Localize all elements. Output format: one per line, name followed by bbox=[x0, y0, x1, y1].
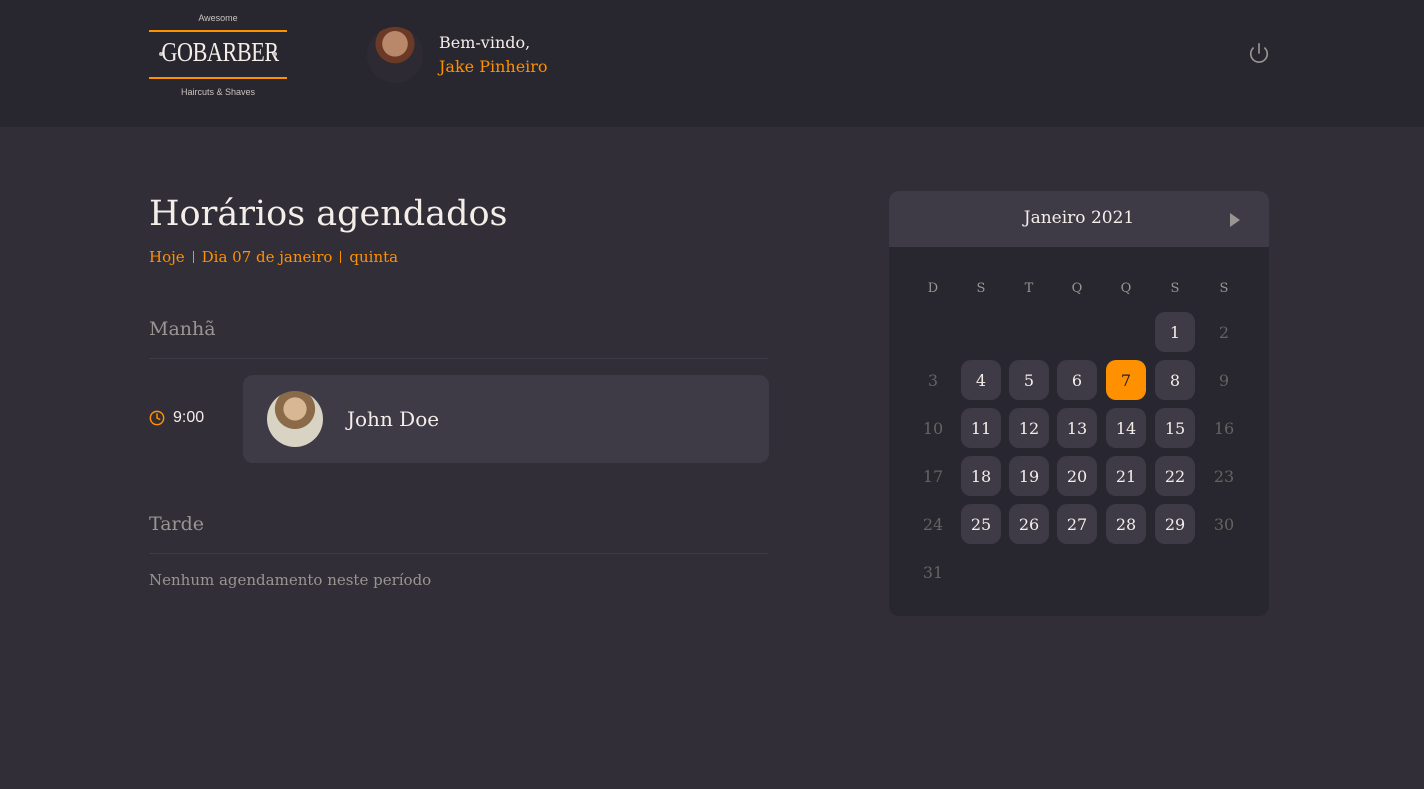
calendar-day[interactable]: 7 bbox=[1106, 360, 1146, 400]
calendar: Janeiro 2021 D S T Q Q S S 1 2 3 4 5 6 7 8 9 10 11 12 13 14 1… bbox=[889, 191, 1269, 616]
calendar-weekday: D bbox=[927, 281, 939, 296]
power-icon bbox=[1249, 43, 1269, 63]
calendar-day[interactable]: 22 bbox=[1155, 456, 1195, 496]
calendar-weekday: S bbox=[1170, 281, 1180, 296]
calendar-day: 2 bbox=[1218, 322, 1230, 342]
calendar-day[interactable]: 15 bbox=[1155, 408, 1195, 448]
subtitle-weekday: quinta bbox=[349, 248, 399, 266]
calendar-header: Janeiro 2021 bbox=[889, 191, 1269, 247]
user-avatar[interactable] bbox=[367, 27, 423, 83]
morning-section-title: Manhã bbox=[149, 318, 216, 340]
calendar-day[interactable]: 12 bbox=[1009, 408, 1049, 448]
afternoon-divider bbox=[149, 553, 768, 554]
logo-rule-bottom bbox=[149, 77, 287, 79]
calendar-day[interactable]: 1 bbox=[1155, 312, 1195, 352]
morning-divider bbox=[149, 358, 768, 359]
calendar-day[interactable]: 29 bbox=[1155, 504, 1195, 544]
afternoon-section-title: Tarde bbox=[149, 513, 205, 535]
calendar-day: 24 bbox=[922, 514, 944, 534]
calendar-day: 9 bbox=[1218, 370, 1230, 390]
calendar-day: 31 bbox=[922, 562, 944, 582]
calendar-day: 23 bbox=[1213, 466, 1235, 486]
logo-top-text: Awesome bbox=[198, 13, 238, 23]
calendar-day: 10 bbox=[922, 418, 944, 438]
user-name-link[interactable]: Jake Pinheiro bbox=[439, 57, 548, 76]
logo-dot-right bbox=[273, 52, 277, 56]
clock-icon bbox=[149, 410, 165, 426]
calendar-weekday: Q bbox=[1120, 281, 1132, 296]
calendar-day[interactable]: 6 bbox=[1057, 360, 1097, 400]
logo-bottom-text: Haircuts & Shaves bbox=[180, 87, 256, 97]
appointment-time-value: 9:00 bbox=[173, 409, 205, 426]
calendar-day[interactable]: 26 bbox=[1009, 504, 1049, 544]
next-month-button[interactable] bbox=[1229, 212, 1241, 227]
calendar-weekday: S bbox=[976, 281, 986, 296]
caret-right-icon bbox=[1230, 213, 1240, 227]
logo-rule-top bbox=[149, 30, 287, 32]
calendar-day[interactable]: 21 bbox=[1106, 456, 1146, 496]
logout-button[interactable] bbox=[1248, 42, 1270, 64]
client-avatar bbox=[267, 391, 323, 447]
subtitle-separator bbox=[340, 251, 342, 263]
client-name: John Doe bbox=[347, 407, 440, 431]
page-title: Horários agendados bbox=[149, 194, 508, 234]
calendar-day[interactable]: 18 bbox=[961, 456, 1001, 496]
appointment-card[interactable]: John Doe bbox=[243, 375, 769, 463]
calendar-weekday: S bbox=[1219, 281, 1229, 296]
calendar-weekday: T bbox=[1024, 281, 1034, 296]
calendar-day[interactable]: 5 bbox=[1009, 360, 1049, 400]
calendar-day: 17 bbox=[922, 466, 944, 486]
empty-schedule-message: Nenhum agendamento neste período bbox=[149, 571, 432, 589]
calendar-month-label: Janeiro 2021 bbox=[1023, 208, 1135, 228]
welcome-text: Bem-vindo, bbox=[439, 33, 531, 52]
calendar-day[interactable]: 14 bbox=[1106, 408, 1146, 448]
calendar-day: 16 bbox=[1213, 418, 1235, 438]
calendar-day[interactable]: 20 bbox=[1057, 456, 1097, 496]
calendar-day[interactable]: 28 bbox=[1106, 504, 1146, 544]
calendar-day[interactable]: 25 bbox=[961, 504, 1001, 544]
calendar-day: 30 bbox=[1213, 514, 1235, 534]
calendar-day: 3 bbox=[927, 370, 939, 390]
calendar-day[interactable]: 19 bbox=[1009, 456, 1049, 496]
calendar-day[interactable]: 27 bbox=[1057, 504, 1097, 544]
calendar-weekday: Q bbox=[1071, 281, 1083, 296]
subtitle-today: Hoje bbox=[149, 248, 185, 266]
top-header: Awesome GOBARBER Haircuts & Shaves Bem-v… bbox=[0, 0, 1424, 127]
subtitle-date: Dia 07 de janeiro bbox=[201, 248, 333, 266]
date-subtitle: Hoje Dia 07 de janeiro quinta bbox=[149, 248, 398, 266]
calendar-day[interactable]: 13 bbox=[1057, 408, 1097, 448]
subtitle-separator bbox=[192, 251, 194, 263]
calendar-day[interactable]: 11 bbox=[961, 408, 1001, 448]
calendar-day[interactable]: 4 bbox=[961, 360, 1001, 400]
appointment-time: 9:00 bbox=[149, 409, 204, 427]
calendar-day[interactable]: 8 bbox=[1155, 360, 1195, 400]
gobarber-logo[interactable]: Awesome GOBARBER Haircuts & Shaves bbox=[149, 10, 287, 100]
logo-main-text: GOBARBER bbox=[161, 37, 279, 67]
